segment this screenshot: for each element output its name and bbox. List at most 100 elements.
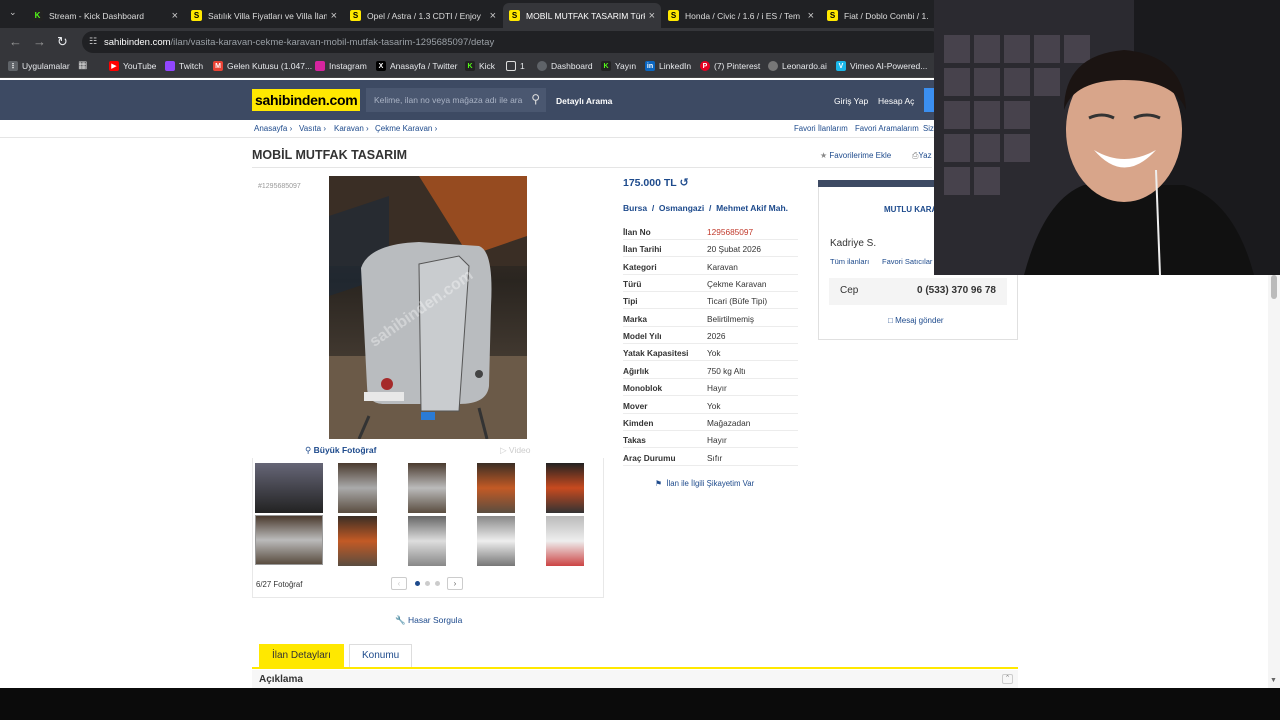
search-icon[interactable]: ⚲	[531, 92, 540, 106]
bookmark-twitch[interactable]: Twitch	[165, 61, 203, 71]
next-page-button[interactable]: ›	[447, 577, 463, 590]
site-logo[interactable]: sahibinden.com	[252, 89, 361, 111]
breadcrumb-item[interactable]: Çekme Karavan ›	[375, 124, 437, 133]
close-tab-icon[interactable]: ×	[490, 10, 496, 22]
bookmark-youtube[interactable]: ▶ YouTube	[109, 61, 156, 71]
sahibinden-icon: S	[827, 10, 838, 21]
bookmark-label: Vimeo AI-Powered...	[850, 61, 928, 71]
back-icon[interactable]: ←	[9, 34, 22, 49]
report-ad-link[interactable]: ⚑ İlan ile İlgili Şikayetim Var	[655, 479, 754, 488]
bookmark-dashboard[interactable]: Dashboard	[537, 61, 593, 71]
detail-value: Yok	[707, 348, 721, 359]
bookmark-folder[interactable]: 1	[506, 61, 525, 71]
breadcrumb-item[interactable]: Vasıta ›	[299, 124, 326, 133]
scroll-down-icon[interactable]: ▼	[1270, 677, 1277, 684]
big-photo-button[interactable]: ⚲ Büyük Fotoğraf	[305, 445, 376, 456]
detail-key: Takas	[623, 435, 646, 446]
detail-value: 2026	[707, 331, 726, 342]
close-tab-icon[interactable]: ×	[331, 10, 337, 22]
main-photo[interactable]: sahibinden.com	[329, 176, 527, 439]
bookmark-leonardo[interactable]: Leonardo.ai	[768, 61, 827, 71]
favorite-searches-link[interactable]: Favori Aramalarım	[855, 124, 919, 133]
store-name[interactable]: MUTLU KARA	[884, 205, 937, 214]
thumbnail[interactable]	[477, 463, 515, 513]
location-breadcrumb[interactable]: Bursa / Osmangazi / Mehmet Akif Mah.	[623, 203, 788, 213]
register-link[interactable]: Hesap Aç	[878, 96, 914, 106]
send-message-button[interactable]: □ Mesaj gönder	[888, 316, 944, 325]
thumbnail[interactable]	[546, 463, 584, 513]
bookmark-pinterest[interactable]: P (7) Pinterest	[700, 61, 760, 71]
search-input[interactable]: Kelime, ilan no veya mağaza adı ile ara …	[366, 88, 546, 112]
tab-title: Stream - Kick Dashboard	[49, 10, 144, 21]
page-dot-active[interactable]	[415, 581, 420, 586]
thumbnail[interactable]	[546, 516, 584, 566]
breadcrumb-item[interactable]: Anasayfa ›	[254, 124, 292, 133]
thumbnail[interactable]	[255, 463, 323, 513]
close-tab-icon[interactable]: ×	[808, 10, 814, 22]
collapse-icon[interactable]: ⌃	[1002, 674, 1013, 684]
bookmark-grid-icon[interactable]: ▦	[78, 60, 87, 71]
close-tab-icon[interactable]: ×	[172, 10, 178, 22]
login-link[interactable]: Giriş Yap	[834, 96, 868, 106]
tab-search-chevron-icon[interactable]: ⌄	[9, 7, 17, 18]
location-neighborhood[interactable]: Mehmet Akif Mah.	[716, 203, 788, 213]
breadcrumb-item[interactable]: Karavan ›	[334, 124, 369, 133]
scrollbar[interactable]	[1268, 270, 1280, 688]
favorite-seller-link[interactable]: Favori Satıcılar	[882, 257, 932, 266]
detail-value: Mağazadan	[707, 417, 751, 428]
bookmark-label: Uygulamalar	[22, 61, 70, 71]
print-button[interactable]: ⎙Yaz	[912, 151, 932, 161]
page-dot[interactable]	[425, 581, 430, 586]
bookmark-linkedin[interactable]: in LinkedIn	[645, 61, 691, 71]
location-district[interactable]: Osmangazi	[659, 203, 704, 213]
tab-kick-dashboard[interactable]: K Stream - Kick Dashboard ×	[26, 3, 184, 28]
bookmark-yayin[interactable]: K Yayın	[601, 61, 636, 71]
tab-opel[interactable]: S Opel / Astra / 1.3 CDTI / Enjoy ×	[344, 3, 502, 28]
price-history-icon[interactable]: ↺	[679, 177, 688, 189]
report-label: İlan ile İlgili Şikayetim Var	[666, 479, 755, 488]
thumbnail-selected[interactable]	[255, 515, 323, 565]
bookmark-apps[interactable]: ⋮ Uygulamalar	[8, 61, 70, 71]
detail-row: Kimden Mağazadan	[623, 414, 798, 431]
tab-honda[interactable]: S Honda / Civic / 1.6 / i ES / Tem ×	[662, 3, 820, 28]
bookmark-instagram[interactable]: Instagram	[315, 61, 367, 71]
damage-query-link[interactable]: 🔧 Hasar Sorgula	[395, 615, 462, 626]
bookmark-gmail[interactable]: M Gelen Kutusu (1.047...	[213, 61, 312, 71]
tab-ad-details[interactable]: İlan Detayları	[259, 644, 344, 668]
thumbnail[interactable]	[338, 463, 377, 513]
tab-location[interactable]: Konumu	[349, 644, 413, 668]
detail-row: Mover Yok	[623, 397, 798, 414]
site-info-icon[interactable]: ☷	[89, 36, 97, 47]
forward-icon[interactable]: →	[33, 34, 46, 49]
scrollbar-thumb[interactable]	[1271, 275, 1277, 299]
thumbnail[interactable]	[408, 516, 446, 566]
page-dot[interactable]	[435, 581, 440, 586]
detailed-search-link[interactable]: Detaylı Arama	[556, 96, 612, 106]
bookmark-kick[interactable]: K Kick	[465, 61, 495, 71]
phone-number[interactable]: 0 (533) 370 96 78	[917, 285, 996, 296]
play-icon: ▷	[500, 445, 507, 455]
user-link[interactable]: Siz	[923, 124, 934, 133]
bookmark-label: LinkedIn	[659, 61, 692, 71]
prev-page-button[interactable]: ‹	[391, 577, 407, 590]
thumbnail[interactable]	[338, 516, 377, 566]
favorite-ads-link[interactable]: Favori İlanlarım	[794, 124, 848, 133]
bookmark-vimeo[interactable]: V Vimeo AI-Powered...	[836, 61, 927, 71]
tab-mobil-mutfak[interactable]: S MOBİL MUTFAK TASARIM Türk ×	[503, 3, 661, 28]
bookmark-twitter[interactable]: X Anasayfa / Twitter	[376, 61, 457, 71]
add-favorite-button[interactable]: ★ Favorilerime Ekle	[820, 151, 891, 160]
close-tab-icon[interactable]: ×	[649, 10, 655, 22]
video-button: ▷ Video	[500, 445, 531, 456]
thumbnail[interactable]	[408, 463, 446, 513]
globe-icon	[537, 61, 547, 71]
tab-villa[interactable]: S Satılık Villa Fiyatları ve Villa İlan …	[185, 3, 343, 28]
url-input[interactable]: ☷ sahibinden.com/ilan/vasita-karavan-cek…	[82, 31, 942, 53]
detail-row: Türü Çekme Karavan	[623, 275, 798, 293]
reload-icon[interactable]: ↻	[57, 34, 68, 50]
detail-row: Marka Belirtilmemiş	[623, 310, 798, 327]
detail-row: İlan Tarihi 20 Şubat 2026	[623, 240, 798, 258]
thumbnail[interactable]	[477, 516, 515, 566]
tab-fiat[interactable]: S Fiat / Doblo Combi / 1.3 M	[821, 3, 934, 28]
location-city[interactable]: Bursa	[623, 203, 647, 213]
all-ads-link[interactable]: Tüm ilanları	[830, 257, 869, 266]
